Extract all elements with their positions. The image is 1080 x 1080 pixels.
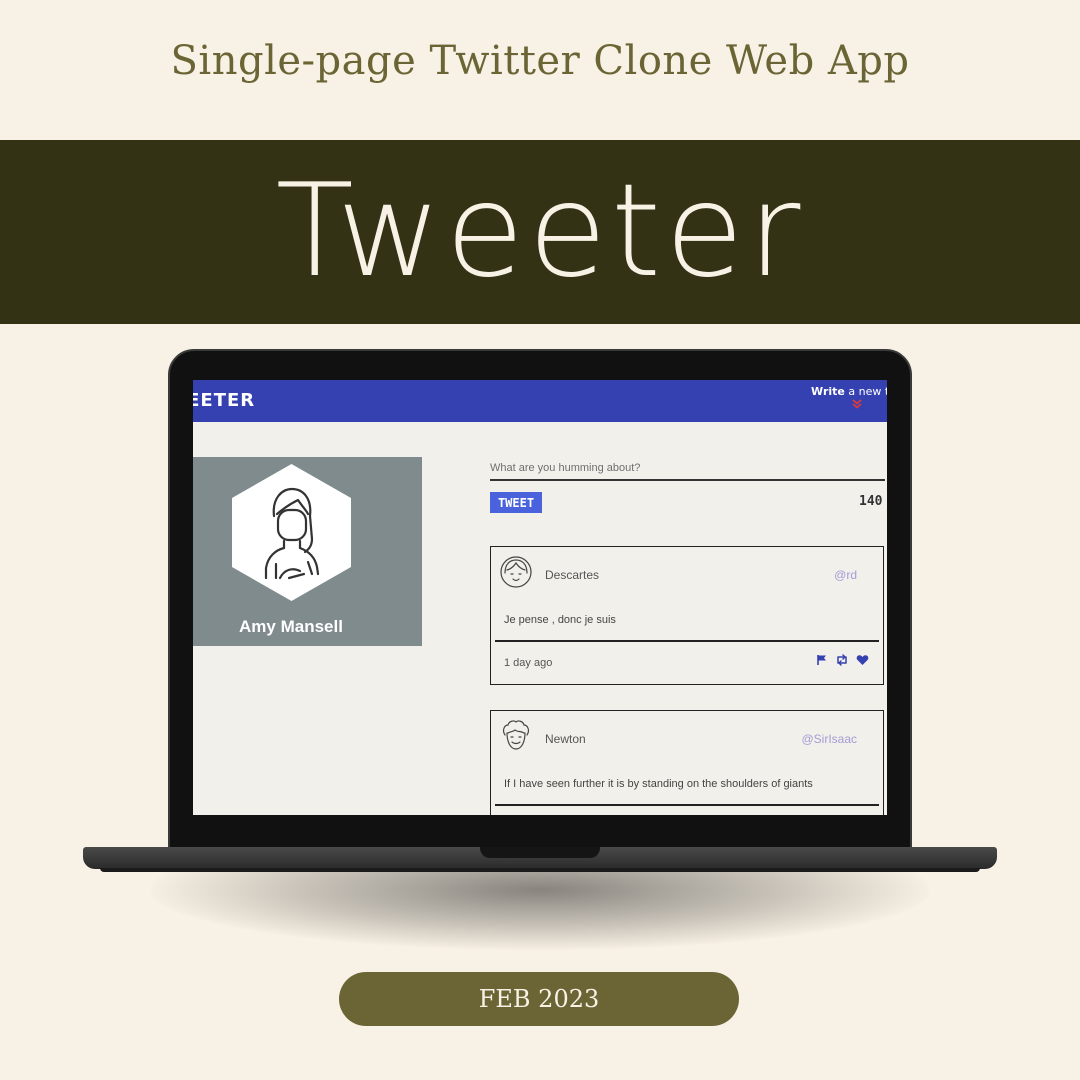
tweet-card: Descartes @rd Je pense , donc je suis 1 … xyxy=(490,546,884,685)
retweet-icon[interactable] xyxy=(835,654,849,666)
double-chevron-down-icon[interactable] xyxy=(851,398,863,411)
tweet-author-name: Descartes xyxy=(545,568,600,582)
write-bold-label: Write xyxy=(811,385,845,398)
tweet-button[interactable]: TWEET xyxy=(490,492,542,513)
tweet-content: Je pense , donc je suis xyxy=(504,614,616,626)
laptop-base-foot xyxy=(100,868,980,872)
girl-avatar-icon xyxy=(500,556,532,588)
tweet-author-name: Newton xyxy=(545,732,586,746)
tweet-divider xyxy=(495,640,879,642)
write-rest-label: a new tweet xyxy=(848,385,887,398)
heart-icon[interactable] xyxy=(856,654,869,666)
tweet-timestamp: 1 day ago xyxy=(504,657,553,669)
flag-icon[interactable] xyxy=(816,654,828,666)
brand-logo[interactable]: TWEETER xyxy=(193,390,255,411)
profile-card: Amy Mansell xyxy=(193,457,422,646)
tweet-card: Newton @SirIsaac If I have seen further … xyxy=(490,710,884,815)
laptop-notch xyxy=(480,847,600,858)
date-label: FEB 2023 xyxy=(478,985,600,1013)
laptop-screen: TWEETER Write a new tweet Amy Mansell TW… xyxy=(193,380,887,815)
tweet-content: If I have seen further it is by standing… xyxy=(504,778,813,790)
date-pill: FEB 2023 xyxy=(339,972,739,1026)
tweet-author-handle[interactable]: @rd xyxy=(834,568,857,582)
tweet-actions xyxy=(816,654,869,666)
character-counter: 140 xyxy=(859,494,883,509)
poster-subtitle: Single-page Twitter Clone Web App xyxy=(170,38,910,84)
poster-title: Tweeter xyxy=(275,157,805,306)
woman-avatar-icon xyxy=(232,464,351,601)
write-new-tweet-link[interactable]: Write a new tweet xyxy=(811,385,887,398)
compose-tweet-input[interactable] xyxy=(490,457,885,481)
app-header: TWEETER Write a new tweet xyxy=(193,380,887,422)
tweet-author-handle[interactable]: @SirIsaac xyxy=(801,732,857,746)
tweet-divider xyxy=(495,804,879,806)
title-banner: Tweeter xyxy=(0,140,1080,324)
curly-hair-avatar-icon xyxy=(502,720,530,750)
profile-name: Amy Mansell xyxy=(239,617,343,636)
